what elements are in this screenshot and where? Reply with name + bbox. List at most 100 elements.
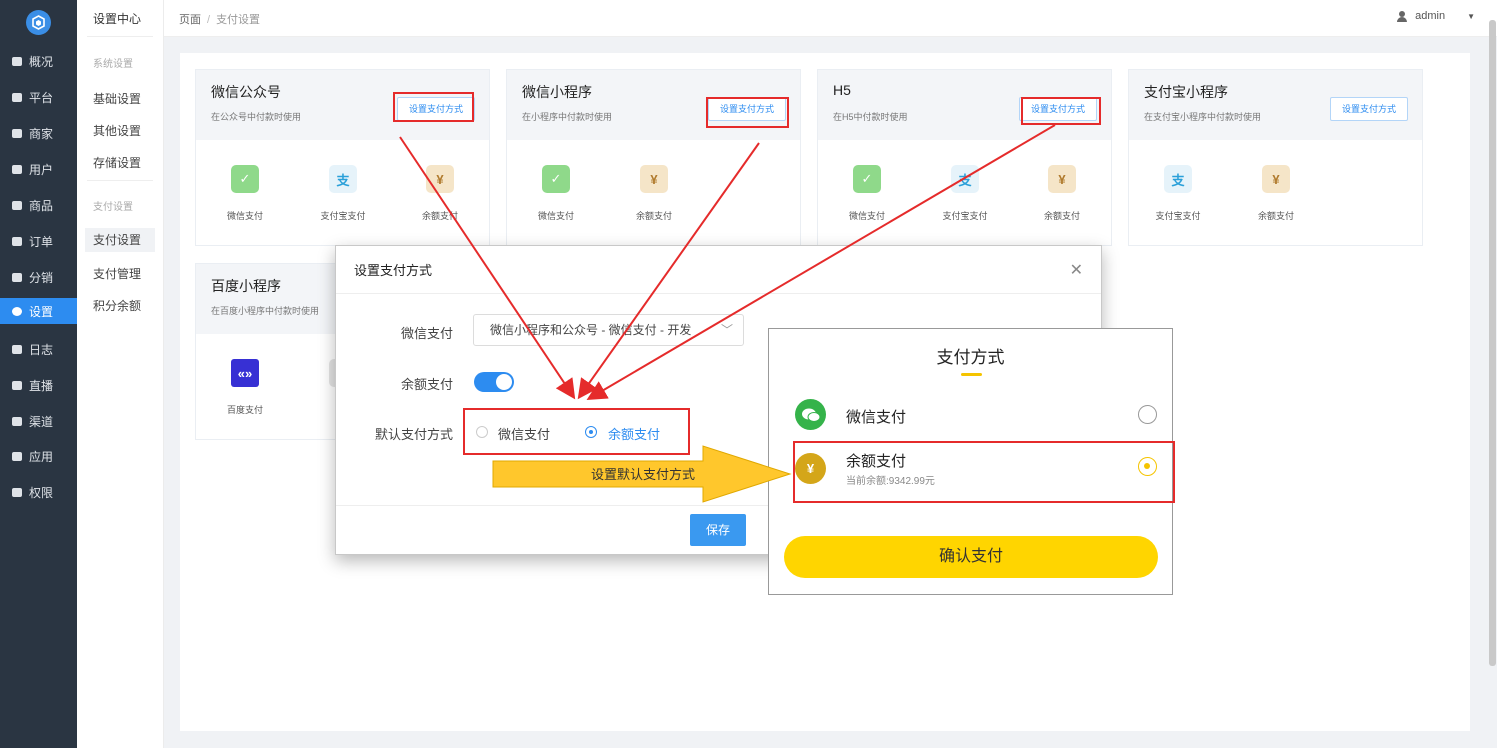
subnav-group-label: 系统设置 [93,59,133,70]
alipay-icon: 支 [951,165,979,193]
highlight-box [793,441,1175,503]
username: admin [1415,10,1446,22]
radio-wechat[interactable] [1138,405,1157,424]
chevron-down-icon: ﹀ [720,323,733,337]
pay-method-label: 支付宝支付 [942,211,988,221]
sidebar-item-9[interactable]: 直播 [0,372,77,398]
highlight-box [1021,97,1101,125]
gear-icon [12,306,22,316]
wechat-pay-select[interactable]: 微信小程序和公众号 - 微信支付 - 开发 ﹀ [473,314,744,346]
user-menu[interactable]: admin ▼ [1397,10,1475,22]
pay-method-label: 微信支付 [848,211,885,221]
subnav-item-other[interactable]: 其他设置 [93,122,141,139]
toggle-knob [496,374,512,390]
alipay-icon: 支 [1164,165,1192,193]
pay-method-label: 余额支付 [635,211,672,221]
pay-method-label: 余额支付 [1043,211,1080,221]
app-logo[interactable] [26,10,51,35]
pay-method-label: 微信支付 [226,211,263,221]
highlight-box [393,92,474,122]
pay-option-wechat[interactable]: 微信支付 [846,406,906,427]
wechat-pay-icon: ✓ [542,165,570,193]
balance-icon: ¥ [426,165,454,193]
divider [336,293,1101,294]
sidebar-item-1[interactable]: 平台 [0,84,77,110]
sidebar-item-10[interactable]: 渠道 [0,408,77,434]
card-title: 微信公众号 [211,84,281,100]
main-sidebar: 概况平台商家用户商品订单分销设置日志直播渠道应用权限 [0,0,77,748]
pay-method-label: 余额支付 [1257,211,1294,221]
sidebar-item-label: 渠道 [29,414,54,429]
sidebar-item-12[interactable]: 权限 [0,479,77,505]
card-wechat-miniprogram: 微信小程序 在小程序中付款时使用 设置支付方式 ✓ 微信支付 ¥ 余额支付 [506,69,801,246]
subnav-item-storage[interactable]: 存储设置 [93,154,141,171]
sidebar-item-label: 权限 [29,485,54,500]
save-button[interactable]: 保存 [690,514,746,546]
close-icon[interactable]: ✕ [1070,260,1083,280]
subnav-item-basic[interactable]: 基础设置 [93,90,141,107]
highlight-box [463,408,690,455]
pay-method-label: 百度支付 [226,405,263,415]
balance-pay-label: 余额支付 [400,377,453,392]
logo-icon [32,15,45,30]
balance-pay-toggle[interactable] [474,372,514,392]
subnav-item-payment-manage[interactable]: 支付管理 [93,265,141,282]
sidebar-item-0[interactable]: 概况 [0,48,77,74]
video-icon [12,380,22,390]
box-icon [12,200,22,210]
pay-method-label: 微信支付 [537,211,574,221]
subnav-item-points-balance[interactable]: 积分余额 [93,297,141,314]
sidebar-item-5[interactable]: 订单 [0,228,77,254]
card-desc: 在小程序中付款时使用 [522,112,613,122]
balance-icon: ¥ [640,165,668,193]
divider [87,180,153,181]
top-header: 页面 / 支付设置 admin ▼ [164,0,1497,37]
breadcrumb-item-current: 支付设置 [216,14,261,26]
set-payment-button[interactable]: 设置支付方式 [1330,97,1408,121]
balance-icon: ¥ [1048,165,1076,193]
popup-title: 支付方式 [936,348,1005,367]
sidebar-item-label: 平台 [29,90,54,105]
sidebar-item-7[interactable]: 设置 [0,298,77,324]
lock-icon [12,487,22,497]
confirm-pay-button[interactable]: 确认支付 [784,536,1158,578]
baidu-pay-icon: «» [231,359,259,387]
page-scrollbar[interactable] [1489,20,1496,666]
card-alipay-miniprogram: 支付宝小程序 在支付宝小程序中付款时使用 设置支付方式 支支付宝支付 ¥ 余额支付 [1128,69,1423,246]
sidebar-item-label: 用户 [29,162,54,177]
wechat-pay-icon: ✓ [231,165,259,193]
pay-method-label: 支付宝支付 [1155,211,1201,221]
card-desc: 在H5中付款时使用 [833,112,908,122]
sidebar-item-2[interactable]: 商家 [0,120,77,146]
sidebar-item-4[interactable]: 商品 [0,192,77,218]
sidebar-item-6[interactable]: 分销 [0,264,77,290]
sidebar-item-label: 分销 [29,270,54,285]
mail-icon [12,56,22,66]
card-h5: H5 在H5中付款时使用 设置支付方式 ✓ 微信支付 支支付宝支付 ¥ 余额支付 [817,69,1112,246]
store-icon [12,128,22,138]
breadcrumb-item-page[interactable]: 页面 [179,14,201,26]
headset-icon [12,164,22,174]
settings-subnav: 设置中心 系统设置 基础设置 其他设置 存储设置 支付设置 支付设置 支付管理 … [77,0,164,748]
pay-method-label: 支付宝支付 [320,211,366,221]
sidebar-item-label: 概况 [29,54,54,69]
sitemap-icon [12,272,22,282]
sidebar-item-11[interactable]: 应用 [0,443,77,469]
pay-method-label: 余额支付 [421,211,458,221]
grid-icon [12,451,22,461]
sidebar-item-label: 应用 [29,449,54,464]
sidebar-item-label: 商家 [29,126,54,141]
wechat-pay-select-value: 微信小程序和公众号 - 微信支付 - 开发 [490,323,692,337]
sidebar-item-label: 设置 [29,304,54,319]
card-title: 支付宝小程序 [1144,84,1228,100]
sidebar-item-3[interactable]: 用户 [0,156,77,182]
sidebar-item-8[interactable]: 日志 [0,336,77,362]
card-desc: 在百度小程序中付款时使用 [211,306,320,316]
card-title: H5 [833,82,851,98]
alipay-icon: 支 [329,165,357,193]
subnav-title: 设置中心 [93,12,142,26]
card-title: 微信小程序 [522,84,592,100]
highlight-box [706,97,789,128]
subnav-item-payment-settings[interactable]: 支付设置 [85,228,155,252]
title-underline [961,373,982,376]
